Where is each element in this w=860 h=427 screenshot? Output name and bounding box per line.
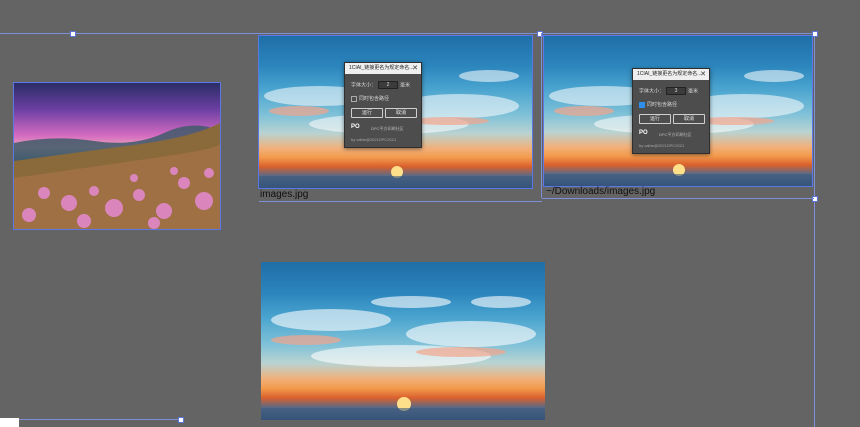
author-credit: by caihe@2021DPC2021	[639, 143, 685, 148]
font-size-label: 字体大小：	[639, 88, 665, 95]
mountain-illustration	[14, 123, 220, 229]
author-credit: by caihe@2021DPC2021	[351, 137, 397, 142]
run-button[interactable]: 运行	[351, 108, 383, 118]
close-icon[interactable]: ✕	[700, 69, 706, 80]
mountain-photo[interactable]	[13, 82, 221, 230]
include-path-checkbox[interactable]	[351, 95, 357, 102]
font-size-unit: 毫米	[400, 82, 411, 89]
font-size-row: 字体大小： 3 毫米	[639, 87, 698, 95]
close-icon[interactable]: ✕	[412, 63, 418, 74]
dpc-community-text: DPC平方印刷社区	[371, 126, 404, 131]
include-path-label: 同时包含路径	[647, 102, 678, 108]
sky-illustration	[261, 296, 545, 420]
dialog-title: 1CIAI_链接更名为规定命名... ✕	[345, 63, 421, 74]
guide-line-bottom-left	[0, 419, 180, 420]
selection-handle[interactable]	[537, 31, 543, 37]
image-frame-bottom	[259, 201, 542, 202]
include-path-checkbox[interactable]	[639, 101, 645, 108]
selection-handle[interactable]	[812, 196, 818, 202]
selection-handle[interactable]	[178, 417, 184, 423]
selection-handle[interactable]	[812, 31, 818, 37]
cancel-button[interactable]: 取消	[673, 114, 705, 124]
image-caption: ~/Downloads/images.jpg	[546, 186, 656, 197]
font-size-row: 字体大小： 2 毫米	[351, 81, 410, 89]
rename-links-dialog: 1CIAI_链接更名为规定命名... ✕ 字体大小： 2 毫米 同时包含路径 运行 …	[344, 62, 422, 148]
font-size-unit: 毫米	[688, 88, 699, 95]
run-button[interactable]: 运行	[639, 114, 671, 124]
dpc-community-text: DPC平方印刷社区	[659, 132, 692, 137]
image-frame-bottom	[542, 198, 814, 199]
font-size-label: 字体大小：	[351, 82, 377, 89]
rename-links-dialog: 1CIAI_链接更名为规定命名... ✕ 字体大小： 3 毫米 同时包含路径 运行 …	[632, 68, 710, 154]
include-path-row: 同时包含路径	[351, 95, 389, 102]
font-size-input[interactable]: 3	[666, 87, 687, 95]
dialog-title-text: 1CIAI_链接更名为规定命名...	[637, 71, 702, 77]
include-path-label: 同时包含路径	[359, 96, 390, 102]
dpc-logo: PO	[351, 124, 360, 130]
image-frame-left	[541, 33, 542, 198]
guide-line-top	[0, 33, 818, 34]
cancel-button[interactable]: 取消	[385, 108, 417, 118]
include-path-row: 同时包含路径	[639, 101, 677, 108]
dpc-logo: PO	[639, 130, 648, 136]
image-caption: images.jpg	[260, 189, 309, 200]
guide-line-right	[814, 33, 815, 427]
dialog-title: 1CIAI_链接更名为规定命名... ✕	[633, 69, 709, 80]
selection-handle[interactable]	[70, 31, 76, 37]
artboard-corner	[0, 418, 19, 427]
sky-photo-3[interactable]	[261, 262, 545, 420]
font-size-input[interactable]: 2	[378, 81, 399, 89]
dialog-title-text: 1CIAI_链接更名为规定命名...	[349, 65, 414, 71]
